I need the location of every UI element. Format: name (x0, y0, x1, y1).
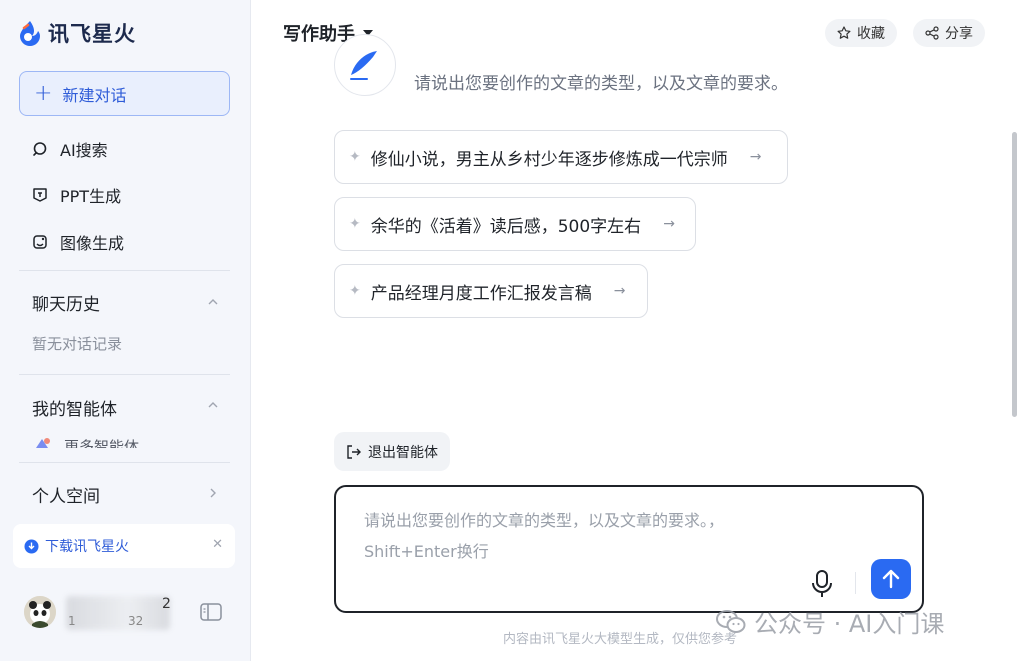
download-icon (24, 539, 39, 553)
favorite-button[interactable]: 收藏 (825, 19, 897, 47)
panda-avatar-icon (24, 596, 56, 628)
divider (19, 270, 230, 271)
sidebar-item-label: 图像生成 (60, 234, 125, 253)
sidebar-item-ppt[interactable]: PPT生成 (32, 183, 121, 207)
watermark-text: 公众号 · AI入门课 (754, 610, 945, 638)
sidebar-item-label: PPT生成 (60, 187, 122, 206)
sidebar: 讯飞星火 + 新建对话 AI搜索 PPT生成 图像生成 聊天历史 暂无对话记录 … (0, 0, 251, 661)
brand-name: 讯飞星火 (48, 22, 136, 46)
user-id-suffix: 32 (128, 614, 144, 628)
chevron-up-icon[interactable] (208, 297, 218, 307)
new-chat-button[interactable]: + 新建对话 (19, 71, 230, 116)
composer (334, 485, 924, 613)
sidebar-item-ai-search[interactable]: AI搜索 (32, 137, 108, 161)
sidebar-toggle-icon[interactable] (200, 603, 222, 621)
suggestion-text: 修仙小说，男主从乡村少年逐步修炼成一代宗师 (370, 149, 728, 170)
sidebar-item-label: AI搜索 (60, 141, 108, 160)
new-chat-label: 新建对话 (62, 85, 127, 105)
sidebar-item-image-gen[interactable]: 图像生成 (32, 230, 124, 254)
image-gen-icon (33, 235, 47, 249)
share-icon (925, 26, 939, 40)
disclaimer-text: 内容由讯飞星火大模型生成，仅供您参考 (503, 632, 738, 647)
arrow-up-icon (882, 569, 900, 589)
download-label: 下载讯飞星火 (45, 539, 129, 555)
chevron-right-icon[interactable] (208, 488, 218, 498)
suggestion-chip[interactable]: ✦ 余华的《活着》读后感，500字左右 → (334, 197, 696, 251)
assistant-avatar (334, 34, 396, 96)
suggestion-chip[interactable]: ✦ 修仙小说，男主从乡村少年逐步修炼成一代宗师 → (334, 130, 788, 184)
suggestion-chip[interactable]: ✦ 产品经理月度工作汇报发言稿 → (334, 264, 648, 318)
download-app-banner[interactable]: 下载讯飞星火 ✕ (13, 524, 235, 568)
chevron-up-icon[interactable] (208, 400, 218, 410)
agents-icon (36, 438, 50, 448)
username-suffix: 2 (162, 596, 171, 612)
divider (855, 572, 856, 594)
exit-icon (347, 444, 361, 459)
microphone-icon[interactable] (808, 567, 836, 599)
more-agents-label: 更多智能体 (64, 438, 140, 448)
suggestion-text: 产品经理月度工作汇报发言稿 (370, 283, 592, 304)
message-input[interactable] (364, 505, 814, 565)
spark-logo-icon (20, 21, 40, 46)
assistant-greeting: 请说出您要创作的文章的类型，以及文章的要求。 (414, 74, 788, 94)
history-section-title[interactable]: 聊天历史 (32, 290, 100, 315)
favorite-label: 收藏 (857, 26, 885, 42)
scrollbar[interactable] (1012, 132, 1017, 417)
arrow-right-icon: → (749, 149, 762, 165)
username-redacted (66, 596, 170, 630)
divider (19, 374, 230, 375)
brand[interactable]: 讯飞星火 (18, 18, 136, 48)
sparkle-icon: ✦ (349, 283, 361, 299)
arrow-right-icon: → (613, 283, 626, 299)
suggestion-text: 余华的《活着》读后感，500字左右 (370, 216, 642, 237)
quill-icon (350, 51, 377, 80)
wechat-icon (716, 609, 746, 633)
star-icon (837, 26, 851, 39)
sparkle-icon: ✦ (349, 216, 361, 232)
share-button[interactable]: 分享 (913, 19, 985, 47)
search-icon (33, 142, 47, 156)
send-button[interactable] (871, 559, 911, 599)
agents-section-title[interactable]: 我的智能体 (32, 395, 117, 420)
plus-icon: + (34, 80, 53, 106)
personal-space-item[interactable]: 个人空间 (32, 482, 100, 507)
divider (19, 462, 230, 463)
sparkle-icon: ✦ (349, 149, 361, 165)
exit-agent-button[interactable]: 退出智能体 (334, 432, 450, 471)
share-label: 分享 (945, 26, 973, 42)
exit-agent-label: 退出智能体 (368, 444, 438, 461)
user-id-prefix: 1 (68, 614, 76, 628)
history-empty-text: 暂无对话记录 (32, 335, 123, 353)
ppt-icon (33, 188, 47, 202)
close-icon[interactable]: ✕ (212, 537, 223, 552)
more-agents-item[interactable]: 更多智能体 (34, 436, 139, 448)
avatar[interactable] (24, 596, 56, 628)
watermark: 公众号 · AI入门课 (716, 604, 944, 639)
arrow-right-icon: → (663, 216, 675, 232)
